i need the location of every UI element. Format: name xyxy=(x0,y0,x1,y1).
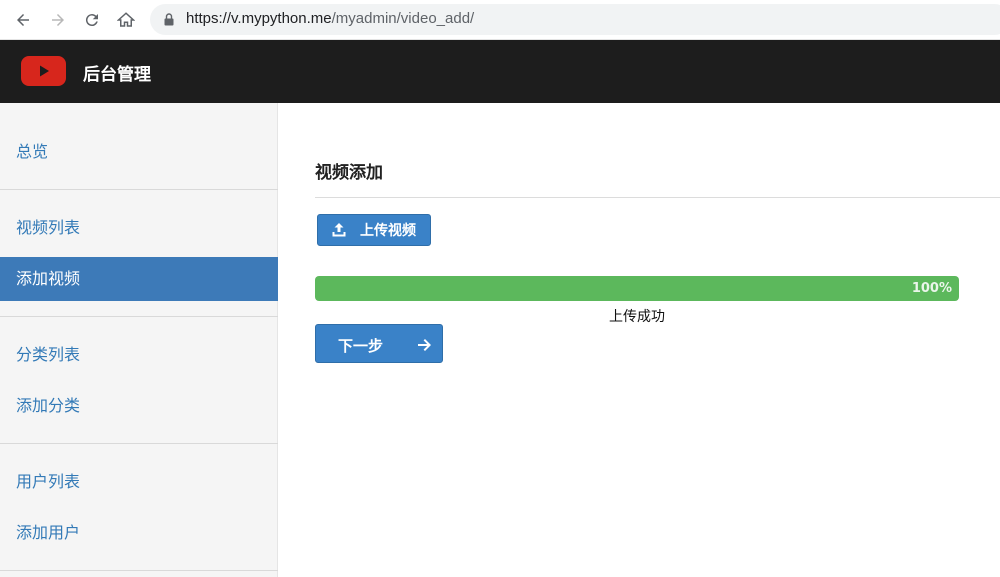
sidebar-item-add-video[interactable]: 添加视频 xyxy=(0,257,278,301)
sidebar-divider xyxy=(0,316,278,317)
home-icon[interactable] xyxy=(114,8,138,32)
url-path: /myadmin/video_add/ xyxy=(331,10,475,27)
main-content: 视频添加 上传视频 100% 上传成功 下一步 xyxy=(278,103,1000,577)
sidebar-item-add-user[interactable]: 添加用户 xyxy=(0,511,278,555)
arrow-right-icon xyxy=(418,339,431,351)
sidebar-divider xyxy=(0,443,278,444)
upload-status: 上传成功 xyxy=(609,309,665,325)
title-divider xyxy=(315,197,1000,198)
sidebar: 总览 视频列表 添加视频 分类列表 添加分类 用户列表 添加用户 xyxy=(0,103,278,577)
forward-arrow-icon[interactable] xyxy=(46,8,70,32)
sidebar-item-user-list[interactable]: 用户列表 xyxy=(0,460,278,504)
app-title: 后台管理 xyxy=(83,65,151,85)
sidebar-item-video-list[interactable]: 视频列表 xyxy=(0,206,278,250)
upload-video-label: 上传视频 xyxy=(360,223,416,239)
back-arrow-icon[interactable] xyxy=(11,8,35,32)
upload-progress-bar: 100% xyxy=(315,276,959,301)
url-host: https://v.mypython.me xyxy=(186,10,332,27)
sidebar-item-add-category[interactable]: 添加分类 xyxy=(0,384,278,428)
lock-icon xyxy=(164,13,174,26)
sidebar-item-category-list[interactable]: 分类列表 xyxy=(0,333,278,377)
progress-text: 100% xyxy=(911,281,952,296)
next-step-button[interactable]: 下一步 xyxy=(315,324,443,363)
page-title: 视频添加 xyxy=(315,163,383,183)
reload-icon[interactable] xyxy=(80,8,104,32)
sidebar-divider xyxy=(0,189,278,190)
sidebar-item-overview[interactable]: 总览 xyxy=(0,130,278,174)
youtube-play-icon[interactable] xyxy=(21,56,66,86)
upload-icon xyxy=(332,223,346,237)
progress-fill: 100% xyxy=(315,276,959,301)
sidebar-divider xyxy=(0,570,278,571)
next-step-label: 下一步 xyxy=(338,337,384,355)
url-text: https://v.mypython.me/myadmin/video_add/ xyxy=(186,10,474,27)
app-header: 后台管理 xyxy=(0,40,1000,103)
upload-video-button[interactable]: 上传视频 xyxy=(317,214,431,246)
browser-toolbar: https://v.mypython.me/myadmin/video_add/ xyxy=(0,0,1000,40)
address-bar[interactable]: https://v.mypython.me/myadmin/video_add/ xyxy=(150,4,1000,35)
